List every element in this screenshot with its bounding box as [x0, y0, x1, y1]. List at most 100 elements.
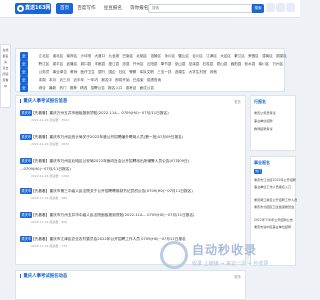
filter-option[interactable]: 云阳县 — [145, 60, 159, 68]
watermark-logo-icon — [160, 241, 188, 269]
site-logo[interactable]: 直送163网 — [15, 3, 51, 14]
share-icon[interactable] — [286, 3, 295, 12]
filter-option[interactable]: 社区 — [117, 68, 127, 76]
sidebar-link[interactable]: 2022年下半年公开招聘公告 — [254, 217, 293, 222]
more-link[interactable]: 更多 — [234, 99, 241, 104]
more-link[interactable]: 更多 — [234, 274, 241, 279]
filter-option[interactable]: 事业单位 — [51, 68, 69, 76]
user-icon[interactable] — [266, 3, 275, 12]
filter-option[interactable]: 万州区 — [271, 60, 285, 68]
filter-option[interactable]: 军队文职 — [138, 68, 156, 76]
sidebar-link[interactable]: 教师招聘考试 — [254, 126, 273, 131]
filter-option[interactable]: 巫溪县 — [187, 60, 201, 68]
filter-option[interactable]: 垫江县 — [107, 60, 121, 68]
filter-all-tag[interactable]: 全部 — [20, 52, 28, 66]
left-floating-ad[interactable]: 在线 报名 请 点击 阅读 查看 中 — [0, 44, 11, 108]
filter-option[interactable]: 璧山区 — [177, 52, 191, 60]
filter-option[interactable]: 城口县 — [79, 60, 93, 68]
filter-option[interactable]: 近半年 — [72, 76, 86, 84]
sidebar-link[interactable]: 重庆市北碚区卫生健康委员会 — [254, 204, 294, 209]
filter-option[interactable]: 永川区 — [163, 52, 177, 60]
filter-all-tag[interactable]: 全部 — [20, 68, 28, 82]
filter-option[interactable]: 最新 — [47, 84, 57, 92]
filter-option[interactable]: 北碚区 — [135, 52, 149, 60]
filter-option[interactable]: 大足区 — [219, 52, 233, 60]
filter-option[interactable]: 涪陵区 — [149, 52, 163, 60]
filter-option[interactable]: 成绩查询 — [145, 76, 163, 84]
filter-option[interactable]: 已结束 — [131, 76, 145, 84]
search-input[interactable]: 搜索 — [148, 4, 252, 13]
filter-option[interactable]: 秀山县 — [215, 60, 229, 68]
filter-option[interactable]: 合川区 — [191, 52, 205, 60]
search-button[interactable]: 搜索 — [252, 4, 264, 13]
filter-all-tag[interactable]: 全部 — [20, 84, 28, 98]
filter-option[interactable]: 热门 — [58, 84, 68, 92]
filter-option[interactable]: 近三月 — [58, 76, 72, 84]
filter-option[interactable]: 一年内 — [86, 76, 100, 84]
filter-option[interactable]: 武隆区 — [65, 60, 79, 68]
news-title[interactable]: 【先看看】重庆市万州区北碚区公安局2022年面向社会公开招聘派出所辅警人员公告(… — [31, 158, 189, 164]
sidebar-link[interactable]: 重庆两江新区公开招聘工作人员 — [254, 197, 297, 202]
filter-option[interactable]: 酉阳县 — [229, 60, 243, 68]
filter-all-tag[interactable]: 全部 — [20, 76, 28, 90]
filter-option[interactable]: 教师 — [69, 68, 79, 76]
filter-option[interactable]: 报名入口 — [106, 84, 124, 92]
filter-option[interactable]: 梁平区 — [51, 60, 65, 68]
sidebar-link[interactable]: 事业单位工作人员报名入口 — [254, 184, 291, 189]
filter-option[interactable]: 国企 — [107, 68, 117, 76]
filter-option[interactable]: 医疗卫生 — [79, 68, 97, 76]
filter-option[interactable]: 忠县 — [121, 60, 131, 68]
filter-option[interactable]: 准考证 — [124, 84, 138, 92]
filter-option[interactable]: 精选 — [79, 84, 89, 92]
filter-option[interactable]: 沙坪坝 — [79, 52, 93, 60]
filter-option[interactable]: 黔江区 — [37, 60, 51, 68]
filter-option[interactable]: 巴南区 — [121, 52, 135, 60]
filter-option[interactable]: 江北区 — [37, 52, 51, 60]
filter-option[interactable]: 其他 — [208, 68, 218, 76]
nav-item-3[interactable]: 豆豆报名 — [100, 3, 126, 14]
filter-option[interactable]: 大学生村官 — [187, 68, 208, 76]
filter-option[interactable]: 招聘公告 — [89, 84, 107, 92]
filter-option[interactable]: 綦江区 — [233, 52, 247, 60]
filter-option[interactable]: 综合 — [37, 84, 47, 92]
sidebar-link[interactable]: 重庆市江北区2022年公开招聘 — [254, 177, 296, 182]
filter-option[interactable]: 本月 — [47, 76, 57, 84]
news-title[interactable]: 【先看看】重庆万州五井市面板报到须知(2022-11A... 0709(H0)~… — [31, 110, 169, 116]
news-title-continued[interactable]: ...0709(H0)~07月/11日报名) — [20, 166, 71, 172]
nav-home[interactable]: 首页 — [56, 3, 74, 14]
menu-icon[interactable] — [276, 3, 285, 12]
filter-option[interactable]: 即将开始 — [114, 76, 132, 84]
news-title[interactable]: 【先看看】重庆市第三中级人民法院关于公开招聘聘用制书记员的公告(0709(H0)… — [31, 188, 193, 194]
filter-option[interactable]: 石柱县 — [201, 60, 215, 68]
news-title[interactable]: 【先看看】重庆市万州区统计局关于2022年度公开招聘编外聘用人员(第一批)07月… — [31, 134, 183, 140]
filter-option[interactable]: 南川区 — [257, 60, 271, 68]
filter-option[interactable]: 铜梁区 — [274, 52, 288, 60]
sidebar-link[interactable]: 重庆市渝中区事业单位招聘 — [254, 224, 291, 229]
filter-all-tag[interactable]: 全部 — [20, 60, 28, 74]
filter-option[interactable]: 渝北区 — [51, 52, 65, 60]
filter-option[interactable]: 银行 — [96, 68, 106, 76]
filter-option[interactable]: 大渡口 — [93, 52, 107, 60]
filter-option[interactable]: 巫山县 — [173, 60, 187, 68]
filter-option[interactable]: 警察 — [128, 68, 138, 76]
filter-option[interactable]: 报名中 — [100, 76, 114, 84]
filter-option[interactable]: 推荐 — [68, 84, 78, 92]
filter-option[interactable]: 潼南区 — [261, 52, 275, 60]
nav-item-2[interactable]: 百度写作 — [73, 3, 99, 14]
filter-option[interactable]: 开州区 — [131, 60, 145, 68]
sidebar-link[interactable]: 重庆公务员考试 — [254, 110, 276, 115]
filter-option[interactable]: 荣昌区 — [247, 52, 261, 60]
filter-option[interactable]: 三支一扶 — [156, 68, 174, 76]
filter-option[interactable]: 面试公告 — [138, 84, 156, 92]
filter-option[interactable]: 江津区 — [205, 52, 219, 60]
filter-option[interactable]: 彭水县 — [243, 60, 257, 68]
filter-option[interactable]: 选调生 — [173, 68, 187, 76]
filter-option[interactable]: 丰都县 — [93, 60, 107, 68]
filter-option[interactable]: 奉节县 — [159, 60, 173, 68]
filter-option[interactable]: 公务员 — [37, 68, 51, 76]
news-title[interactable]: 【先看看】重庆市万州五井市中级人民法院面板报到须知(2022-11A... 07… — [31, 212, 194, 218]
sidebar-link[interactable]: 事业单位招聘 — [254, 118, 273, 123]
filter-option[interactable]: 南岸区 — [65, 52, 79, 60]
filter-option[interactable]: 本周 — [37, 76, 47, 84]
filter-option[interactable]: 九龙坡 — [107, 52, 121, 60]
